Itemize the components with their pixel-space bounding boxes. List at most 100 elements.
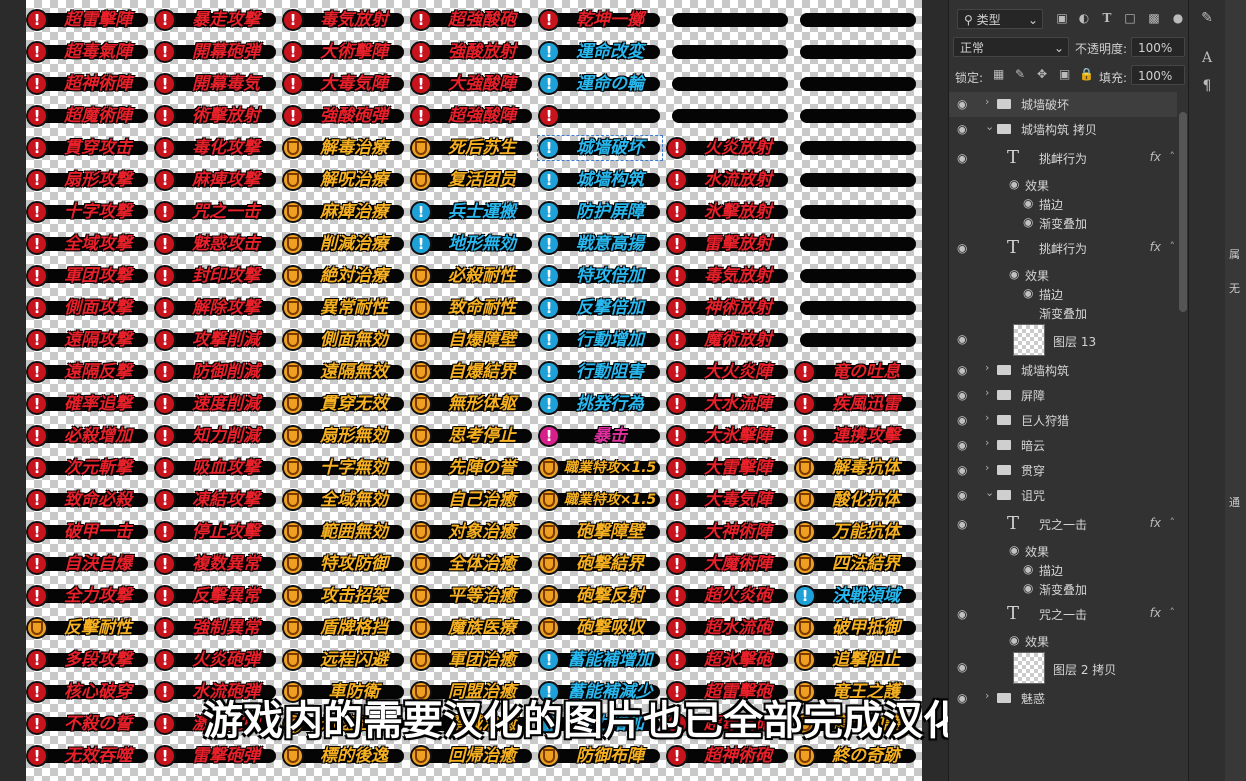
comment-icon[interactable]: ✎ — [1197, 10, 1217, 30]
effect-visibility-eye-icon[interactable]: ◉ — [1023, 216, 1037, 228]
visibility-eye-icon[interactable]: ◉ — [957, 389, 971, 401]
skill-label-sprite: ! 特攻倍加 — [538, 264, 662, 288]
effect-visibility-eye-icon[interactable]: ◉ — [1023, 197, 1037, 209]
layer-row[interactable]: 渐变叠加 — [949, 303, 1177, 322]
layer-row[interactable]: ◉ ⌄ 诅咒 — [949, 483, 1177, 508]
effect-visibility-eye-icon[interactable]: ◉ — [1023, 582, 1037, 594]
character-panel-icon[interactable]: A — [1197, 50, 1217, 70]
skill-label-text: 運命改変 — [576, 42, 644, 62]
chevron-right-icon[interactable]: › — [985, 95, 989, 108]
layer-name: 屏障 — [1021, 389, 1046, 403]
fill-input[interactable]: 100% — [1131, 65, 1185, 85]
visibility-eye-icon[interactable]: ◉ — [957, 489, 971, 501]
layer-row[interactable]: ◉ › 贯穿 — [949, 458, 1177, 483]
dock-label-3[interactable]: 通 — [1229, 494, 1240, 510]
visibility-eye-icon[interactable]: ◉ — [957, 608, 971, 620]
smart-object-filter-icon[interactable]: ▩ — [1147, 11, 1161, 25]
layer-row[interactable]: ◉ › 巨人狩猎 — [949, 408, 1177, 433]
visibility-eye-icon[interactable]: ◉ — [957, 439, 971, 451]
dock-label-2[interactable]: 无 — [1229, 280, 1240, 296]
layer-row[interactable]: ◉ T 挑衅行为 fx ˄ — [949, 142, 1177, 175]
layer-row[interactable]: ◉ T 挑衅行为 fx ˄ — [949, 232, 1177, 265]
dock-label-1[interactable]: 属 — [1229, 246, 1240, 262]
layer-row[interactable]: ◉ T 咒之一击 fx ˄ — [949, 598, 1177, 631]
layer-row[interactable]: ◉ › 城墙构筑 — [949, 358, 1177, 383]
chevron-right-icon[interactable]: › — [985, 689, 989, 702]
chevron-down-icon[interactable]: ⌄ — [985, 120, 994, 133]
skill-label-text: 解呪治療 — [320, 170, 388, 190]
adjustment-filter-icon[interactable]: ◐ — [1077, 11, 1091, 25]
opacity-input[interactable]: 100% — [1131, 37, 1185, 57]
layer-row[interactable]: ◉ 效果 — [949, 175, 1177, 194]
layer-row[interactable]: ◉ 效果 — [949, 541, 1177, 560]
visibility-eye-icon[interactable]: ◉ — [957, 242, 971, 254]
layer-row[interactable]: ◉ › 魅惑 — [949, 686, 1177, 711]
layer-filter-select[interactable]: ⚲ 类型 ⌄ — [957, 9, 1043, 29]
effect-visibility-eye-icon[interactable]: ◉ — [1009, 268, 1023, 280]
collapse-effects-icon[interactable]: ˄ — [1170, 516, 1176, 529]
layer-row[interactable]: ◉ 渐变叠加 — [949, 579, 1177, 598]
layer-list-scrollbar[interactable] — [1179, 112, 1187, 312]
collapse-effects-icon[interactable]: ˄ — [1170, 240, 1176, 253]
fx-icon[interactable]: fx — [1150, 606, 1161, 620]
fx-icon[interactable]: fx — [1150, 150, 1161, 164]
lock-artboard-icon[interactable]: ▣ — [1059, 67, 1070, 81]
paragraph-panel-icon[interactable]: ¶ — [1197, 78, 1217, 98]
skill-label-sprite: ! 魅惑攻击 — [154, 232, 278, 256]
collapse-effects-icon[interactable]: ˄ — [1170, 606, 1176, 619]
layer-row[interactable]: ◉ › 城墙破坏 — [949, 92, 1177, 117]
visibility-eye-icon[interactable]: ◉ — [957, 464, 971, 476]
skill-label-text: 毒化攻撃 — [192, 138, 260, 158]
fx-icon[interactable]: fx — [1150, 240, 1161, 254]
chevron-right-icon[interactable]: › — [985, 461, 989, 474]
lock-all-icon[interactable]: 🔒 — [1079, 67, 1094, 81]
effect-visibility-eye-icon[interactable]: ◉ — [1023, 287, 1037, 299]
lock-transparent-icon[interactable]: ▦ — [993, 67, 1004, 81]
effect-visibility-eye-icon[interactable]: ◉ — [1009, 634, 1023, 646]
chevron-right-icon[interactable]: › — [985, 361, 989, 374]
layer-row[interactable]: ◉ 描边 — [949, 194, 1177, 213]
layer-row[interactable]: ◉ 描边 — [949, 560, 1177, 579]
image-filter-icon[interactable]: ▣ — [1055, 11, 1069, 25]
shape-filter-icon[interactable]: □ — [1123, 11, 1137, 25]
chevron-right-icon[interactable]: › — [985, 386, 989, 399]
blend-mode-select[interactable]: 正常 ⌄ — [953, 37, 1069, 57]
type-filter-icon[interactable]: T — [1100, 11, 1114, 25]
layer-row[interactable]: ◉ 渐变叠加 — [949, 213, 1177, 232]
skill-label-text: 大魔術陣 — [704, 554, 772, 574]
fx-icon[interactable]: fx — [1150, 516, 1161, 530]
layer-row[interactable]: ◉ T 咒之一击 fx ˄ — [949, 508, 1177, 541]
chevron-down-icon[interactable]: ⌄ — [985, 486, 994, 499]
effect-visibility-eye-icon[interactable]: ◉ — [1009, 544, 1023, 556]
effect-visibility-eye-icon[interactable]: ◉ — [1023, 563, 1037, 575]
layer-row[interactable]: ◉ 效果 — [949, 265, 1177, 284]
visibility-eye-icon[interactable]: ◉ — [957, 98, 971, 110]
lock-paint-icon[interactable]: ✎ — [1015, 67, 1025, 81]
layer-row[interactable]: ◉ ⌄ 城墙构筑 拷贝 — [949, 117, 1177, 142]
visibility-eye-icon[interactable]: ◉ — [957, 518, 971, 530]
layer-row[interactable]: ◉ 图层 2 拷贝 — [949, 650, 1177, 686]
filter-toggle-icon[interactable]: ● — [1171, 11, 1185, 25]
shield-icon — [410, 169, 432, 191]
layer-row[interactable]: ◉ › 暗云 — [949, 433, 1177, 458]
layer-row[interactable]: ◉ 效果 — [949, 631, 1177, 650]
layer-row[interactable]: ◉ 描边 — [949, 284, 1177, 303]
layer-row[interactable]: ◉ 图层 13 — [949, 322, 1177, 358]
visibility-eye-icon[interactable]: ◉ — [957, 364, 971, 376]
layer-row[interactable]: ◉ › 屏障 — [949, 383, 1177, 408]
chevron-right-icon[interactable]: › — [985, 436, 989, 449]
exclamation-icon: ! — [538, 329, 560, 351]
visibility-eye-icon[interactable]: ◉ — [957, 123, 971, 135]
fill-value: 100% — [1138, 69, 1173, 83]
lock-move-icon[interactable]: ✥ — [1037, 67, 1047, 81]
collapse-effects-icon[interactable]: ˄ — [1170, 150, 1176, 163]
exclamation-icon: ! — [154, 105, 176, 127]
visibility-eye-icon[interactable]: ◉ — [957, 692, 971, 704]
visibility-eye-icon[interactable]: ◉ — [957, 152, 971, 164]
chevron-right-icon[interactable]: › — [985, 411, 989, 424]
skill-label-text: 扇形攻撃 — [64, 170, 132, 190]
visibility-eye-icon[interactable]: ◉ — [957, 661, 971, 673]
effect-visibility-eye-icon[interactable]: ◉ — [1009, 178, 1023, 190]
visibility-eye-icon[interactable]: ◉ — [957, 414, 971, 426]
visibility-eye-icon[interactable]: ◉ — [957, 333, 971, 345]
